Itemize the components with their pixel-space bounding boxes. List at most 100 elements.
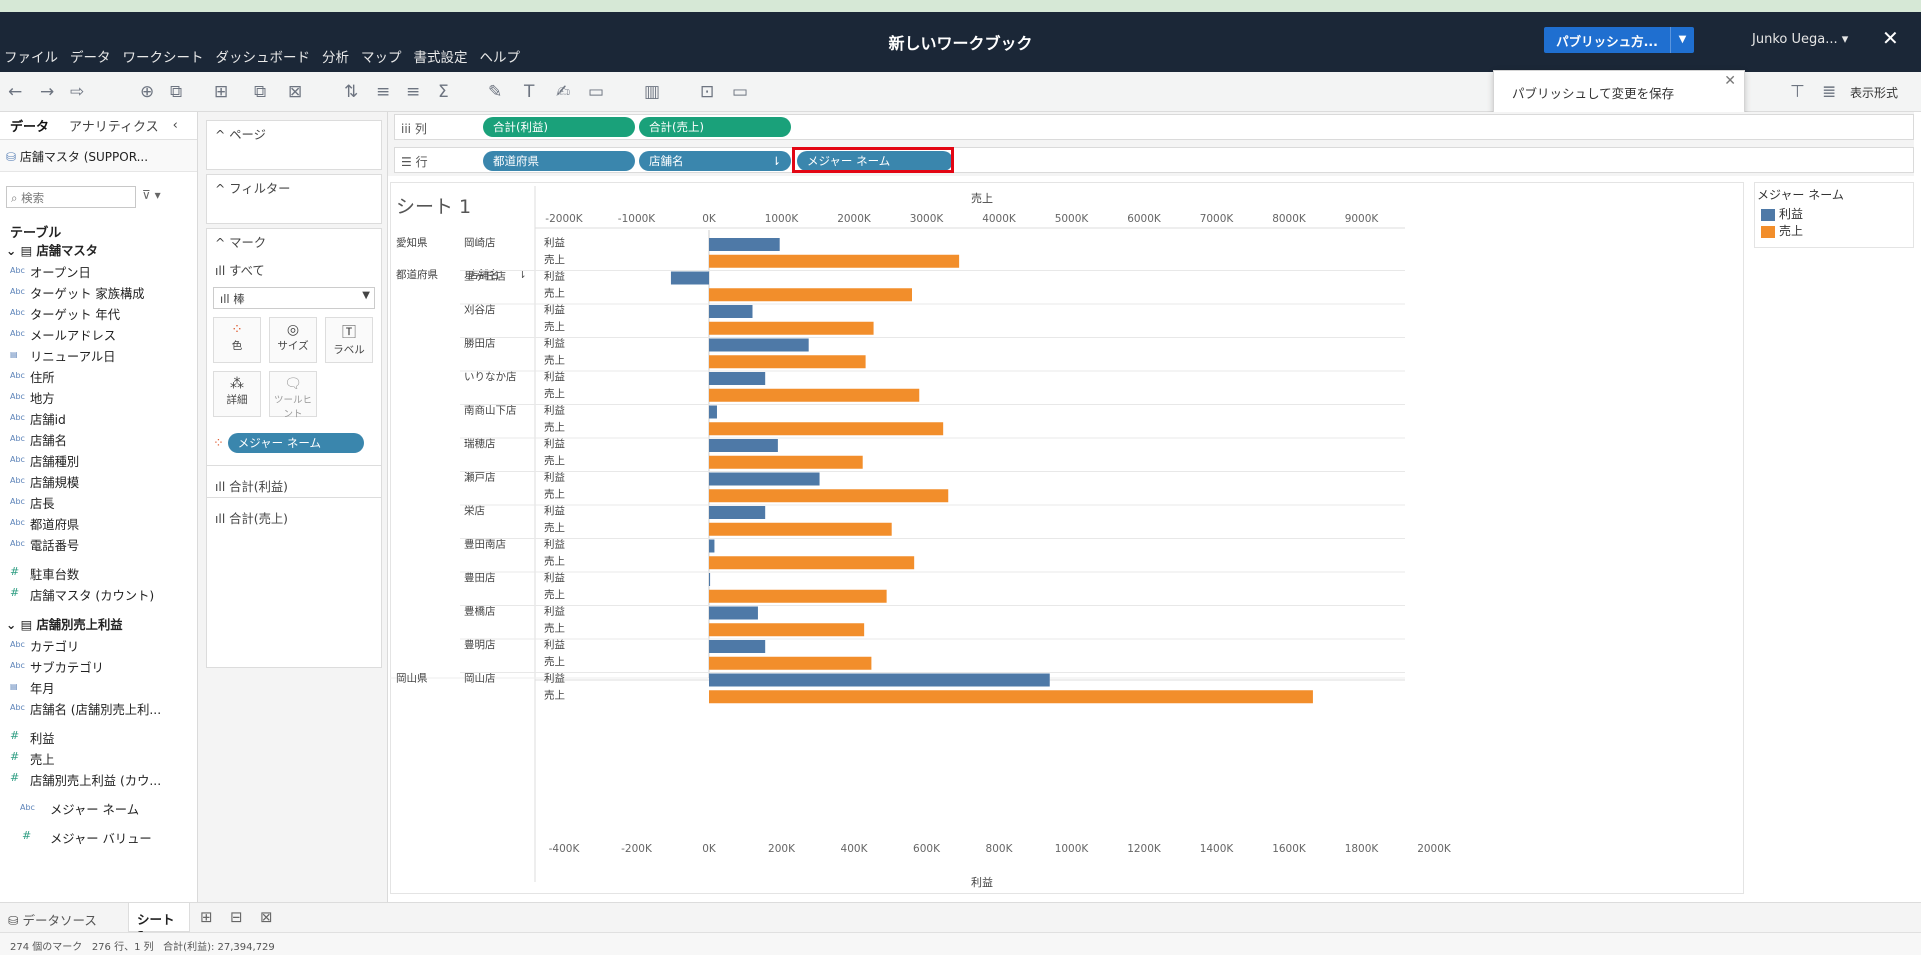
search-input[interactable]: ⌕ 検索 bbox=[6, 186, 136, 208]
field-item[interactable]: Abc ターゲット 家族構成 bbox=[0, 284, 198, 305]
menu-file[interactable]: ファイル bbox=[4, 46, 58, 66]
clear-sheet-icon[interactable]: ⊠ bbox=[288, 82, 302, 102]
field-item[interactable]: Abc メールアドレス bbox=[0, 326, 198, 347]
field-item[interactable]: Abc 地方 bbox=[0, 389, 198, 410]
measure-item[interactable]: # 店舗別売上利益 (カウ... bbox=[0, 771, 198, 792]
tooltip-button[interactable]: 🗨 ツールヒント bbox=[269, 371, 317, 420]
fit-icon[interactable]: ▭ bbox=[588, 82, 604, 102]
present-mode-label[interactable]: 表示形式 bbox=[1850, 84, 1898, 101]
menu-data[interactable]: データ bbox=[70, 46, 111, 66]
filters-card[interactable]: ^ フィルター bbox=[206, 174, 382, 224]
sheet-tab-1[interactable]: シート 1 bbox=[128, 903, 190, 943]
field-item[interactable]: Abc 住所 bbox=[0, 368, 198, 389]
pill-store-name[interactable]: 店舗名 ⇂ bbox=[639, 151, 791, 171]
annotation-icon[interactable]: ✍ bbox=[556, 82, 570, 102]
new-worksheet-icon[interactable]: ⊞ bbox=[200, 908, 213, 926]
rows-shelf[interactable]: ☰ 行 都道府県 店舗名 ⇂ メジャー ネーム bbox=[394, 147, 1914, 173]
field-item[interactable]: Abc 店舗名 bbox=[0, 431, 198, 452]
marks-sum-sales-tab[interactable]: ıll 合計(売上) bbox=[207, 505, 296, 531]
color-button[interactable]: ⁘ 色 bbox=[213, 317, 261, 363]
collapse-icon[interactable]: ^ bbox=[215, 236, 225, 250]
field-item[interactable]: Abc 店舗id bbox=[0, 410, 198, 431]
presentation-icon[interactable]: ▭ bbox=[732, 82, 748, 102]
field-item[interactable]: Abc サブカテゴリ bbox=[0, 658, 198, 679]
pages-card[interactable]: ^ ページ bbox=[206, 120, 382, 170]
tab-analytics[interactable]: アナリティクス bbox=[59, 116, 169, 135]
duplicate-icon[interactable]: ⧉ bbox=[254, 82, 266, 102]
field-item[interactable]: ▤ リニューアル日 bbox=[0, 347, 198, 368]
menu-analysis[interactable]: 分析 bbox=[322, 46, 349, 66]
columns-shelf[interactable]: iii 列 合計(利益) 合計(売上) bbox=[394, 114, 1914, 140]
datasource-item[interactable]: ⛁ 店舗マスタ (SUPPOR... bbox=[0, 140, 197, 172]
bottom-tick-label: 1000K bbox=[1055, 843, 1090, 855]
field-item[interactable]: Abc 都道府県 bbox=[0, 515, 198, 536]
pill-prefecture[interactable]: 都道府県 bbox=[483, 151, 635, 171]
datasource-tab[interactable]: ⛁ データソース bbox=[8, 910, 97, 929]
close-tooltip-icon[interactable]: ✕ bbox=[1724, 73, 1736, 89]
pill-measure-names-color[interactable]: メジャー ネーム bbox=[227, 433, 364, 453]
field-item[interactable]: ▤ 年月 bbox=[0, 679, 198, 700]
field-item[interactable]: Abc ターゲット 年代 bbox=[0, 305, 198, 326]
filter-fields-icon[interactable]: ⊽ ▾ bbox=[142, 188, 161, 202]
pause-update-icon[interactable]: ⧉ bbox=[170, 82, 182, 102]
marks-sum-profit-tab[interactable]: ıll 合計(利益) bbox=[207, 473, 296, 499]
mark-type-select[interactable]: ıll 棒 ▼ bbox=[213, 287, 375, 309]
new-story-icon[interactable]: ⊠ bbox=[260, 908, 273, 926]
field-item[interactable]: Abc 店舗名 (店舗別売上利... bbox=[0, 700, 198, 721]
user-menu[interactable]: Junko Uega... ▾ bbox=[1752, 32, 1848, 47]
new-datasource-icon[interactable]: ⊕ bbox=[140, 82, 154, 102]
showme-list-icon[interactable]: ≣ bbox=[1822, 82, 1836, 102]
highlight-icon[interactable]: ✎ bbox=[488, 82, 502, 102]
table-group-store-sales[interactable]: ⌄ ▤ 店舗別売上利益 bbox=[0, 615, 198, 637]
measure-item[interactable]: # 駐車台数 bbox=[0, 565, 198, 586]
field-measure-names[interactable]: Abc メジャー ネーム bbox=[0, 800, 198, 821]
pin-icon[interactable]: ⊤ bbox=[1790, 82, 1805, 102]
detail-button[interactable]: ⁂ 詳細 bbox=[213, 371, 261, 417]
color-label: 色 bbox=[231, 340, 243, 352]
marks-all-tab[interactable]: ıll すべて bbox=[207, 257, 381, 283]
totals-icon[interactable]: Σ bbox=[438, 82, 449, 102]
new-dashboard-icon[interactable]: ⊟ bbox=[230, 908, 243, 926]
menu-dashboard[interactable]: ダッシュボード bbox=[216, 46, 311, 66]
publish-dropdown-icon[interactable]: ▼ bbox=[1670, 27, 1694, 53]
field-item[interactable]: Abc 店長 bbox=[0, 494, 198, 515]
menu-format[interactable]: 書式設定 bbox=[414, 46, 468, 66]
show-me-icon[interactable]: ▥ bbox=[644, 82, 660, 102]
measure-item[interactable]: # 利益 bbox=[0, 729, 198, 750]
pill-sum-profit[interactable]: 合計(利益) bbox=[483, 117, 635, 137]
menu-help[interactable]: ヘルプ bbox=[480, 46, 521, 66]
collapse-pane-icon[interactable]: ‹ bbox=[169, 118, 182, 133]
redo-icon[interactable]: → bbox=[40, 82, 54, 102]
pill-sum-sales[interactable]: 合計(売上) bbox=[639, 117, 791, 137]
field-item[interactable]: Abc オープン日 bbox=[0, 263, 198, 284]
sort-desc-icon[interactable]: ≡ bbox=[406, 82, 420, 102]
measure-item[interactable]: # 店舗マスタ (カウント) bbox=[0, 586, 198, 607]
new-sheet-icon[interactable]: ⊞ bbox=[214, 82, 228, 102]
sort-asc-icon[interactable]: ≡ bbox=[376, 82, 390, 102]
top-tick-label: 3000K bbox=[910, 213, 945, 225]
legend: メジャー ネーム 利益 売上 bbox=[1754, 182, 1914, 248]
menu-map[interactable]: マップ bbox=[361, 46, 402, 66]
swap-icon[interactable]: ⇅ bbox=[344, 82, 358, 102]
field-item[interactable]: Abc 店舗種別 bbox=[0, 452, 198, 473]
undo-icon[interactable]: ← bbox=[8, 82, 22, 102]
field-item[interactable]: Abc 店舗規模 bbox=[0, 473, 198, 494]
measure-item[interactable]: # 売上 bbox=[0, 750, 198, 771]
bar-sales bbox=[709, 556, 915, 570]
field-item[interactable]: Abc カテゴリ bbox=[0, 637, 198, 658]
legend-item-sales[interactable]: 売上 bbox=[1757, 222, 1911, 239]
table-group-store-master[interactable]: ⌄ ▤ 店舗マスタ bbox=[0, 241, 198, 263]
legend-item-profit[interactable]: 利益 bbox=[1757, 205, 1911, 222]
label-icon[interactable]: T bbox=[524, 82, 534, 102]
publish-button[interactable]: パブリッシュ方... ▼ bbox=[1544, 27, 1694, 53]
size-button[interactable]: ◎ サイズ bbox=[269, 317, 317, 363]
field-measure-values[interactable]: # メジャー バリュー bbox=[0, 829, 198, 850]
label-button[interactable]: 🅃 ラベル bbox=[325, 317, 373, 363]
menu-worksheet[interactable]: ワークシート bbox=[123, 46, 204, 66]
bar-sales bbox=[709, 656, 872, 670]
replay-icon[interactable]: ⇨ bbox=[70, 82, 84, 102]
tooltip-icon[interactable]: ⊡ bbox=[700, 82, 714, 102]
tab-data[interactable]: データ bbox=[0, 116, 59, 135]
close-icon[interactable]: ✕ bbox=[1882, 26, 1899, 50]
field-item[interactable]: Abc 電話番号 bbox=[0, 536, 198, 557]
